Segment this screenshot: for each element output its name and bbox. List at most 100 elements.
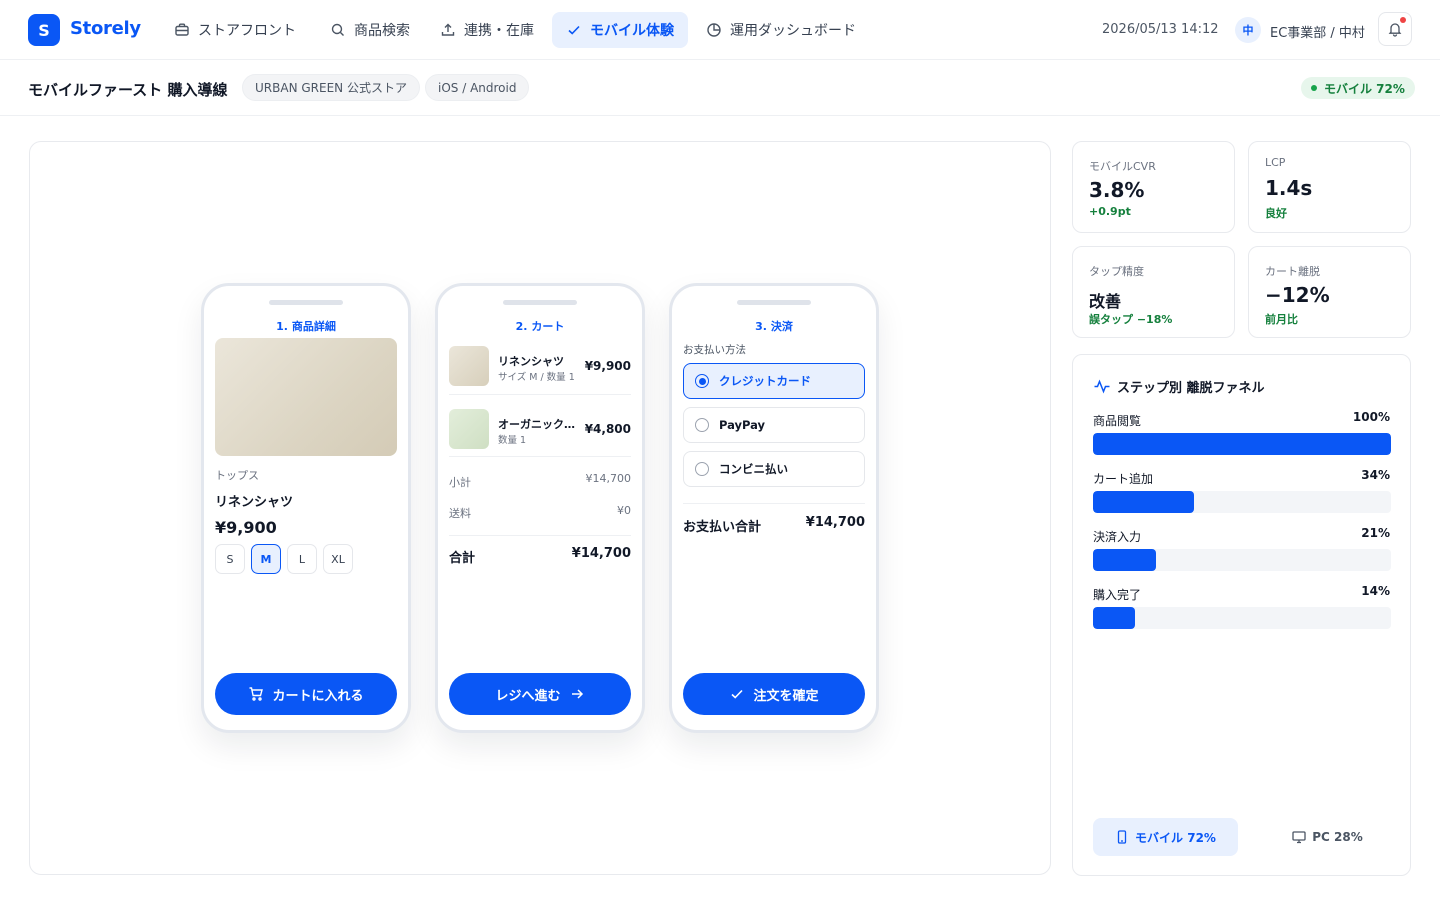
avatar[interactable]: 中: [1235, 17, 1261, 43]
confirm-order-button[interactable]: 注文を確定: [683, 673, 865, 715]
kpi-mobile-cvr: モバイルCVR 3.8% +0.9pt: [1072, 141, 1235, 233]
mobile-share-badge: モバイル 72%: [1301, 77, 1415, 99]
kpi-value: 3.8%: [1089, 178, 1145, 202]
size-option-l[interactable]: L: [287, 544, 317, 574]
radio-selected-icon: [695, 374, 709, 388]
nav-label: ストアフロント: [198, 23, 296, 39]
notification-dot: [1400, 17, 1406, 23]
phone-cart: 2. カート リネンシャツ サイズ M / 数量 1 ¥9,900 オーガニック…: [435, 283, 645, 733]
funnel-bar: [1093, 607, 1135, 629]
funnel-bar: [1093, 491, 1195, 513]
check-icon: [731, 689, 744, 699]
status-dot: [1311, 85, 1317, 91]
funnel-step-pct: 100%: [1352, 410, 1390, 424]
upload-icon: [441, 23, 455, 36]
payment-total-label: お支払い合計: [683, 520, 762, 535]
kpi-label: モバイルCVR: [1089, 160, 1156, 173]
notifications-button[interactable]: [1378, 12, 1412, 46]
add-to-cart-button[interactable]: カートに入れる: [215, 673, 397, 715]
toggle-label: PC 28%: [1312, 830, 1363, 844]
nav-label: 商品検索: [354, 23, 410, 39]
kpi-delta: 前月比: [1265, 313, 1298, 326]
payment-total-value: ¥14,700: [805, 515, 865, 530]
payment-option-credit-card[interactable]: クレジットカード: [683, 363, 865, 399]
dropoff-funnel-card: ステップ別 離脱ファネル 商品閲覧 100% カート追加 34% 決済入力 21…: [1072, 354, 1411, 876]
payment-method-label: お支払い方法: [683, 344, 746, 356]
nav-mobile-experience[interactable]: モバイル体験: [552, 12, 688, 48]
kpi-value: 改善: [1089, 292, 1122, 311]
cart-item-image: [449, 409, 489, 449]
nav-storefront[interactable]: ストアフロント: [160, 12, 310, 48]
nav-integration-inventory[interactable]: 連携・在庫: [426, 12, 548, 48]
radio-icon: [695, 418, 709, 432]
payment-option-convenience-store[interactable]: コンビニ払い: [683, 451, 865, 487]
funnel-bar-track: [1093, 549, 1391, 571]
cta-label: カートに入れる: [272, 688, 364, 704]
funnel-bar-track: [1093, 433, 1391, 455]
arrow-right-icon: [571, 689, 583, 699]
kpi-value: −12%: [1265, 283, 1330, 307]
kpi-delta: +0.9pt: [1089, 205, 1131, 218]
toggle-label: モバイル 72%: [1135, 830, 1216, 845]
subtotal-value: ¥14,700: [585, 472, 632, 485]
cart-item-image: [449, 346, 489, 386]
storefront-icon: [175, 23, 189, 36]
device-toggle-pc[interactable]: PC 28%: [1255, 818, 1400, 856]
size-option-xl[interactable]: XL: [323, 544, 353, 574]
divider: [449, 394, 631, 395]
nav-ops-dashboard[interactable]: 運用ダッシュボード: [692, 12, 870, 48]
kpi-cart-abandon: カート離脱 −12% 前月比: [1248, 246, 1411, 338]
kpi-delta: 良好: [1265, 207, 1287, 220]
payment-option-label: クレジットカード: [719, 374, 811, 388]
cart-item-name: リネンシャツ: [498, 355, 564, 368]
product-price: ¥9,900: [215, 518, 277, 537]
cart-item-price: ¥9,900: [584, 359, 631, 373]
phone-product-detail: 1. 商品詳細 トップス リネンシャツ ¥9,900 S M L XL カートに…: [201, 283, 411, 733]
proceed-checkout-button[interactable]: レジへ進む: [449, 673, 631, 715]
bell-icon: [1388, 23, 1402, 37]
current-datetime: 2026/05/13 14:12: [1102, 22, 1219, 37]
app-name[interactable]: Storely: [70, 18, 141, 39]
radio-icon: [695, 462, 709, 476]
total-value: ¥14,700: [571, 546, 631, 561]
cart-item-name: オーガニックコットンT: [498, 418, 578, 431]
cart-item-meta: 数量 1: [498, 435, 527, 446]
subtotal-label: 小計: [449, 476, 471, 489]
divider: [683, 503, 865, 504]
size-option-s[interactable]: S: [215, 544, 245, 574]
funnel-title: ステップ別 離脱ファネル: [1117, 381, 1265, 396]
phone-notch: [269, 300, 343, 305]
step-title: 3. 決済: [755, 320, 793, 333]
cart-item-price: ¥4,800: [584, 422, 631, 436]
nav-label: モバイル体験: [590, 23, 674, 39]
kpi-label: LCP: [1265, 156, 1286, 169]
product-image: [215, 338, 397, 456]
kpi-delta: 誤タップ −18%: [1089, 313, 1173, 326]
device-toggle-mobile[interactable]: モバイル 72%: [1093, 818, 1238, 856]
shipping-label: 送料: [449, 507, 471, 520]
step-title: 1. 商品詳細: [276, 320, 336, 333]
divider: [449, 456, 631, 457]
funnel-step-name: 決済入力: [1093, 530, 1142, 544]
store-chip[interactable]: URBAN GREEN 公式ストア: [242, 74, 420, 101]
shipping-value: ¥0: [617, 504, 631, 517]
cta-label: 注文を確定: [753, 688, 819, 704]
divider: [449, 535, 631, 536]
pie-chart-icon: [707, 23, 721, 37]
activity-icon: [1094, 379, 1110, 394]
smartphone-icon: [1117, 830, 1127, 844]
payment-option-label: コンビニ払い: [719, 462, 788, 476]
size-option-m[interactable]: M: [251, 544, 281, 574]
user-name[interactable]: EC事業部 / 中村: [1270, 22, 1365, 41]
nav-label: 連携・在庫: [464, 23, 534, 39]
app-logo[interactable]: S: [28, 14, 60, 46]
phone-notch: [503, 300, 577, 305]
kpi-label: タップ精度: [1089, 265, 1144, 278]
mobile-share-label: モバイル 72%: [1324, 81, 1405, 96]
funnel-bar-track: [1093, 607, 1391, 629]
page-title: モバイルファースト 購入導線: [28, 81, 228, 99]
funnel-step-pct: 21%: [1361, 526, 1390, 540]
nav-product-search[interactable]: 商品検索: [316, 12, 424, 48]
platform-chip[interactable]: iOS / Android: [425, 74, 530, 101]
payment-option-paypay[interactable]: PayPay: [683, 407, 865, 443]
